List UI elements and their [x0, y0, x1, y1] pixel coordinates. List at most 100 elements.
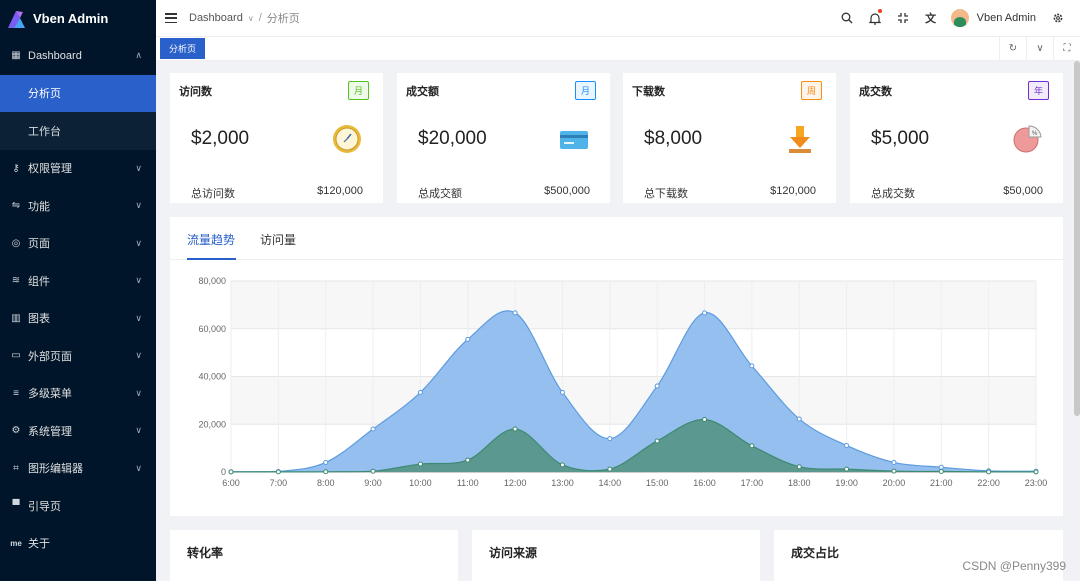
sidebar-item-label: Dashboard — [28, 49, 82, 62]
chevron-down-icon[interactable]: ∨ — [248, 14, 254, 23]
app-logo[interactable]: Vben Admin — [0, 0, 156, 37]
deal-ratio-card: 成交占比 — [774, 530, 1063, 581]
period-badge: 年 — [1027, 81, 1049, 100]
sidebar-item-label: 权限管理 — [28, 163, 72, 176]
sidebar-item-label: 外部页面 — [28, 350, 72, 363]
search-icon[interactable] — [833, 0, 861, 37]
chevron-down-icon: ∨ — [135, 350, 142, 361]
grid-band — [231, 376, 1036, 425]
sidebar-item-label: 关于 — [28, 538, 50, 551]
x-tick-label: 6:00 — [222, 478, 240, 488]
series-1-point — [559, 462, 565, 468]
sidebar-item-6[interactable]: ▭ 外部页面 ∨ — [0, 337, 156, 375]
refresh-icon[interactable]: ↻ — [999, 36, 1026, 61]
x-tick-label: 13:00 — [551, 478, 574, 488]
main-content: 访问数 月 $2,000 总访问数 $120,000 成交额 月 $20,000 总成交额 $50… — [156, 61, 1074, 581]
tab-visits[interactable]: 访问量 — [260, 231, 296, 248]
guide-icon: ▀ — [12, 500, 20, 512]
sidebar-item-9[interactable]: ⌗ 图形编辑器 ∨ — [0, 450, 156, 488]
card-title: 转化率 — [187, 546, 224, 560]
user-dropdown[interactable]: Vben Admin — [950, 9, 1036, 27]
about-icon: me — [10, 538, 22, 548]
breadcrumb-separator: / — [258, 12, 262, 24]
clock-icon — [331, 123, 363, 155]
chevron-down-icon: ∨ — [135, 462, 142, 473]
series-1-point — [749, 443, 755, 449]
top-header: Dashboard ∨ / 分析页 文 Vben Admin — [156, 0, 1080, 37]
notification-dot — [877, 8, 882, 13]
gear-icon: ⚙ — [11, 425, 21, 437]
series-1-point — [370, 468, 376, 474]
series-0-point — [465, 336, 471, 342]
svg-text:%: % — [1032, 131, 1038, 137]
sidebar-menu: ▦ Dashboard ∧ 分析页 工作台 ⚷ 权限管理 ∨ ⇋ 功能 ∨ ◎ 页面 ∨ ≋ 组件 ∨ ▥ 图表 ∨ ▭… — [0, 37, 156, 562]
graph-icon: ⌗ — [13, 462, 19, 474]
chevron-down-icon[interactable]: ∨ — [1026, 36, 1053, 61]
chevron-down-icon: ∨ — [135, 162, 142, 173]
conversion-rate-card: 转化率 — [170, 530, 458, 581]
tab-traffic-trend[interactable]: 流量趋势 — [187, 231, 235, 248]
series-1-point — [891, 468, 897, 474]
watermark: CSDN @Penny399 — [962, 559, 1066, 573]
fold-screen-icon[interactable]: ⛶ — [1053, 36, 1080, 61]
series-1-point — [796, 464, 802, 470]
series-0-point — [891, 459, 897, 465]
tab-analysis[interactable]: 分析页 — [160, 38, 206, 59]
stat-title: 访问数 — [179, 86, 212, 98]
sidebar-item-2[interactable]: ⇋ 功能 ∨ — [0, 187, 156, 225]
sidebar-item-11[interactable]: me 关于 — [0, 525, 156, 563]
sidebar-item-0[interactable]: ▦ Dashboard ∧ — [0, 37, 156, 75]
stat-title: 成交额 — [406, 86, 439, 98]
sidebar-item-4[interactable]: ≋ 组件 ∨ — [0, 262, 156, 300]
scrollbar[interactable] — [1074, 61, 1080, 416]
series-1-point — [844, 466, 850, 472]
avatar — [950, 9, 969, 27]
chevron-up-icon: ∧ — [135, 50, 142, 61]
vben-logo-icon — [8, 10, 25, 28]
stat-total-label: 总下载数 — [644, 188, 688, 200]
y-tick-label: 40,000 — [198, 372, 226, 382]
sidebar-item-label: 页面 — [28, 238, 50, 251]
sidebar-item-8[interactable]: ⚙ 系统管理 ∨ — [0, 412, 156, 450]
period-badge: 月 — [574, 81, 596, 100]
series-0-point — [417, 389, 423, 395]
series-1-point — [702, 416, 708, 422]
series-1-point — [1033, 469, 1039, 475]
menu-fold-icon[interactable] — [165, 13, 177, 23]
series-1-point — [654, 438, 660, 444]
stat-total-value: $120,000 — [770, 185, 816, 197]
pie-icon: % — [1011, 123, 1043, 155]
x-tick-label: 18:00 — [788, 478, 811, 488]
sidebar-subitem-0[interactable]: 分析页 — [0, 74, 156, 112]
translate-icon[interactable]: 文 — [917, 0, 945, 37]
sidebar-subitem-1[interactable]: 工作台 — [0, 112, 156, 150]
x-tick-label: 14:00 — [599, 478, 622, 488]
menu-icon: ≡ — [13, 387, 19, 399]
download-icon — [784, 123, 816, 155]
gear-icon[interactable] — [1044, 0, 1072, 37]
series-1-point — [323, 469, 329, 475]
traffic-chart-card: 流量趋势 访问量 0 20,000 40,000 60,000 80,000 6:00 7:… — [170, 217, 1063, 516]
series-1-point — [938, 469, 944, 475]
key-icon: ⚷ — [12, 162, 20, 174]
sidebar-item-10[interactable]: ▀ 引导页 — [0, 487, 156, 525]
stat-total-label: 总成交额 — [418, 188, 462, 200]
page-icon: ◎ — [11, 237, 21, 249]
sidebar-item-5[interactable]: ▥ 图表 ∨ — [0, 300, 156, 338]
stat-total-value: $50,000 — [1003, 185, 1043, 197]
chevron-down-icon: ∨ — [135, 387, 142, 398]
series-1-point — [512, 426, 518, 432]
sidebar-item-1[interactable]: ⚷ 权限管理 ∨ — [0, 150, 156, 188]
period-badge: 周 — [800, 81, 822, 100]
breadcrumb-current: 分析页 — [266, 13, 300, 25]
chart-icon: ▥ — [11, 312, 21, 324]
series-0-point — [938, 464, 944, 470]
breadcrumb-dashboard[interactable]: Dashboard — [189, 12, 243, 24]
x-tick-label: 9:00 — [364, 478, 382, 488]
x-tick-label: 8:00 — [317, 478, 335, 488]
sidebar-item-3[interactable]: ◎ 页面 ∨ — [0, 225, 156, 263]
fullscreen-icon[interactable] — [889, 0, 917, 37]
series-1-point — [417, 461, 423, 467]
sidebar-item-7[interactable]: ≡ 多级菜单 ∨ — [0, 375, 156, 413]
bell-icon[interactable] — [861, 0, 889, 37]
